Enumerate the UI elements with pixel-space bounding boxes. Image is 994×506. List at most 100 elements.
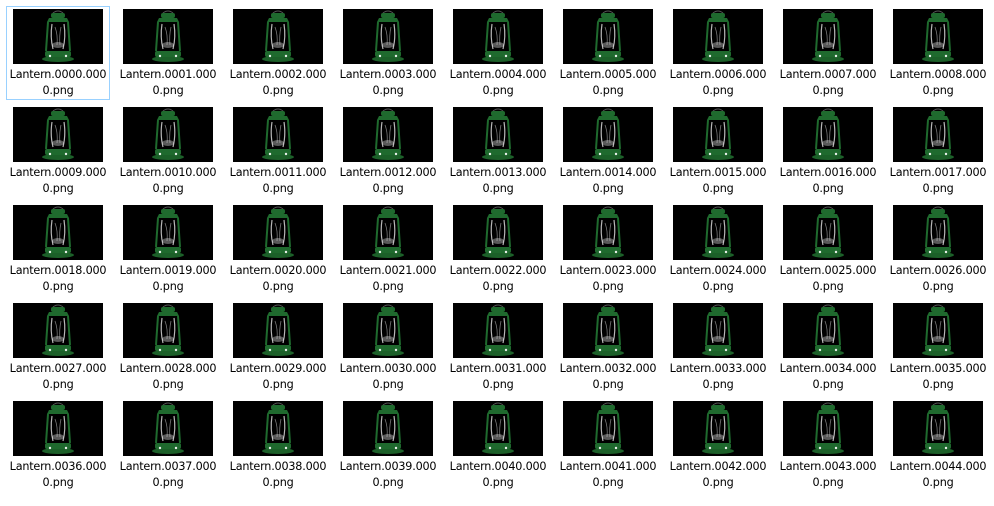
file-name: Lantern.0003.000 0.png <box>337 67 439 99</box>
file-name-line2: 0.png <box>152 378 184 391</box>
file-item[interactable]: Lantern.0044.000 0.png <box>886 398 990 492</box>
file-item[interactable]: Lantern.0023.000 0.png <box>556 202 660 296</box>
file-item[interactable]: Lantern.0035.000 0.png <box>886 300 990 394</box>
lantern-image <box>233 401 323 456</box>
file-thumbnail <box>893 303 983 358</box>
file-item[interactable]: Lantern.0042.000 0.png <box>666 398 770 492</box>
file-item[interactable]: Lantern.0029.000 0.png <box>226 300 330 394</box>
file-item[interactable]: Lantern.0037.000 0.png <box>116 398 220 492</box>
file-name-line2: 0.png <box>592 378 624 391</box>
file-item[interactable]: Lantern.0027.000 0.png <box>6 300 110 394</box>
lantern-image <box>453 303 543 358</box>
file-thumbnail <box>343 9 433 64</box>
file-item[interactable]: Lantern.0038.000 0.png <box>226 398 330 492</box>
file-name: Lantern.0042.000 0.png <box>667 459 769 491</box>
lantern-image <box>343 205 433 260</box>
file-item[interactable]: Lantern.0007.000 0.png <box>776 6 880 100</box>
lantern-image <box>673 107 763 162</box>
file-name: Lantern.0018.000 0.png <box>7 263 109 295</box>
file-item[interactable]: Lantern.0013.000 0.png <box>446 104 550 198</box>
file-name: Lantern.0019.000 0.png <box>117 263 219 295</box>
file-name-line2: 0.png <box>922 280 954 293</box>
file-name-line1: Lantern.0035.000 <box>889 362 987 375</box>
file-item[interactable]: Lantern.0032.000 0.png <box>556 300 660 394</box>
lantern-image <box>563 205 653 260</box>
lantern-image <box>233 107 323 162</box>
file-item[interactable]: Lantern.0026.000 0.png <box>886 202 990 296</box>
file-name-line1: Lantern.0009.000 <box>9 166 107 179</box>
file-item[interactable]: Lantern.0016.000 0.png <box>776 104 880 198</box>
file-name-line2: 0.png <box>702 84 734 97</box>
file-item[interactable]: Lantern.0003.000 0.png <box>336 6 440 100</box>
file-name-line1: Lantern.0012.000 <box>339 166 437 179</box>
file-item[interactable]: Lantern.0041.000 0.png <box>556 398 660 492</box>
file-item[interactable]: Lantern.0031.000 0.png <box>446 300 550 394</box>
file-item[interactable]: Lantern.0033.000 0.png <box>666 300 770 394</box>
lantern-image <box>343 303 433 358</box>
file-name-line1: Lantern.0000.000 <box>9 68 107 81</box>
file-name-line1: Lantern.0005.000 <box>559 68 657 81</box>
file-name-line2: 0.png <box>922 84 954 97</box>
file-item[interactable]: Lantern.0017.000 0.png <box>886 104 990 198</box>
file-item[interactable]: Lantern.0018.000 0.png <box>6 202 110 296</box>
file-name-line2: 0.png <box>702 280 734 293</box>
file-item[interactable]: Lantern.0020.000 0.png <box>226 202 330 296</box>
file-item[interactable]: Lantern.0006.000 0.png <box>666 6 770 100</box>
file-item[interactable]: Lantern.0005.000 0.png <box>556 6 660 100</box>
file-name-line1: Lantern.0037.000 <box>119 460 217 473</box>
file-item[interactable]: Lantern.0036.000 0.png <box>6 398 110 492</box>
lantern-image <box>123 401 213 456</box>
file-item[interactable]: Lantern.0011.000 0.png <box>226 104 330 198</box>
file-name-line1: Lantern.0043.000 <box>779 460 877 473</box>
file-item[interactable]: Lantern.0021.000 0.png <box>336 202 440 296</box>
file-item[interactable]: Lantern.0010.000 0.png <box>116 104 220 198</box>
file-item[interactable]: Lantern.0000.000 0.png <box>6 6 110 100</box>
file-item[interactable]: Lantern.0015.000 0.png <box>666 104 770 198</box>
file-item[interactable]: Lantern.0040.000 0.png <box>446 398 550 492</box>
file-item[interactable]: Lantern.0022.000 0.png <box>446 202 550 296</box>
file-item[interactable]: Lantern.0012.000 0.png <box>336 104 440 198</box>
lantern-image <box>13 303 103 358</box>
file-name-line1: Lantern.0024.000 <box>669 264 767 277</box>
lantern-image <box>453 9 543 64</box>
file-name: Lantern.0011.000 0.png <box>227 165 329 197</box>
file-name: Lantern.0036.000 0.png <box>7 459 109 491</box>
file-item[interactable]: Lantern.0024.000 0.png <box>666 202 770 296</box>
file-thumbnail <box>343 303 433 358</box>
lantern-image <box>563 303 653 358</box>
file-item[interactable]: Lantern.0001.000 0.png <box>116 6 220 100</box>
file-name: Lantern.0039.000 0.png <box>337 459 439 491</box>
file-item[interactable]: Lantern.0030.000 0.png <box>336 300 440 394</box>
file-name-line2: 0.png <box>592 84 624 97</box>
file-item[interactable]: Lantern.0004.000 0.png <box>446 6 550 100</box>
file-name: Lantern.0009.000 0.png <box>7 165 109 197</box>
file-name-line2: 0.png <box>262 476 294 489</box>
file-name-line2: 0.png <box>922 378 954 391</box>
file-thumbnail <box>563 9 653 64</box>
file-item[interactable]: Lantern.0009.000 0.png <box>6 104 110 198</box>
file-name-line2: 0.png <box>262 280 294 293</box>
file-name-line1: Lantern.0007.000 <box>779 68 877 81</box>
file-name-line2: 0.png <box>592 182 624 195</box>
file-name-line2: 0.png <box>812 476 844 489</box>
file-name: Lantern.0044.000 0.png <box>887 459 989 491</box>
file-name-line1: Lantern.0040.000 <box>449 460 547 473</box>
file-name: Lantern.0041.000 0.png <box>557 459 659 491</box>
file-name-line2: 0.png <box>152 476 184 489</box>
file-item[interactable]: Lantern.0014.000 0.png <box>556 104 660 198</box>
file-item[interactable]: Lantern.0043.000 0.png <box>776 398 880 492</box>
lantern-image <box>563 9 653 64</box>
file-item[interactable]: Lantern.0039.000 0.png <box>336 398 440 492</box>
lantern-image <box>123 303 213 358</box>
file-item[interactable]: Lantern.0008.000 0.png <box>886 6 990 100</box>
file-name: Lantern.0029.000 0.png <box>227 361 329 393</box>
file-item[interactable]: Lantern.0025.000 0.png <box>776 202 880 296</box>
file-item[interactable]: Lantern.0019.000 0.png <box>116 202 220 296</box>
file-item[interactable]: Lantern.0028.000 0.png <box>116 300 220 394</box>
file-name-line2: 0.png <box>262 182 294 195</box>
file-thumbnail <box>893 9 983 64</box>
file-name-line1: Lantern.0014.000 <box>559 166 657 179</box>
file-item[interactable]: Lantern.0034.000 0.png <box>776 300 880 394</box>
file-item[interactable]: Lantern.0002.000 0.png <box>226 6 330 100</box>
file-name-line2: 0.png <box>42 378 74 391</box>
